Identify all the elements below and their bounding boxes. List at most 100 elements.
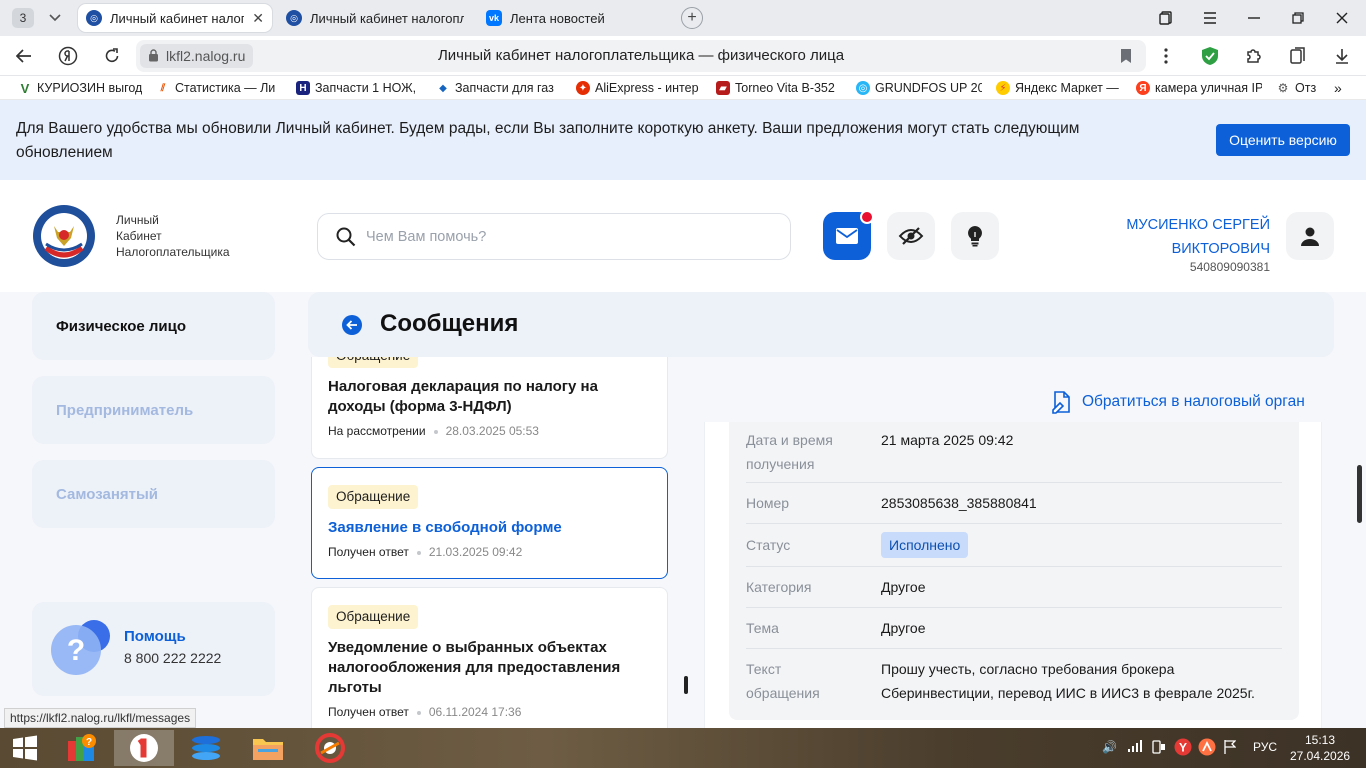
restore-icon[interactable]	[1276, 0, 1320, 36]
bookmarks-bar: V КУРИОЗИН выгод ⫽ Статистика — Ли H Запчас…	[0, 76, 1366, 100]
close-window-icon[interactable]	[1320, 0, 1364, 36]
new-tab-plus-icon[interactable]: +	[681, 7, 703, 29]
yandex-logo-icon[interactable]	[56, 44, 80, 68]
lk-title: Личный Кабинет Налогоплательщика	[116, 213, 230, 259]
tips-button[interactable]	[951, 212, 999, 260]
sidebar-item-individual[interactable]: Физическое лицо	[32, 292, 275, 360]
envelope-icon	[836, 228, 858, 244]
eye-off-icon	[898, 227, 924, 245]
user-name[interactable]: МУСИЕНКО СЕРГЕЙ ВИКТОРОВИЧ	[1100, 213, 1270, 261]
fns-favicon-icon: ◎	[86, 10, 102, 26]
message-meta: Получен ответ 21.03.2025 09:42	[328, 545, 523, 559]
user-icon	[1301, 227, 1319, 246]
help-card[interactable]: ? Помощь 8 800 222 2222	[32, 602, 275, 696]
windows-taskbar: ? 🔊 Y РУС 15:13 27.04.2026	[0, 728, 1366, 768]
bookmark-item[interactable]: ▰ Torneo Vita B-352	[716, 80, 842, 96]
message-title: Уведомление о выбранных объектах налогоо…	[328, 639, 621, 696]
bookmark-item[interactable]: ✦ AliExpress - интер	[576, 80, 702, 96]
tab-vk-news[interactable]: vk Лента новостей	[478, 4, 668, 32]
battery-phone-icon[interactable]	[1152, 740, 1166, 757]
yandex-favicon-icon: Я	[1136, 81, 1150, 95]
bookmark-item[interactable]: ◆ Запчасти для газ	[436, 80, 562, 96]
url-box[interactable]: lkfl2.nalog.ru Личный кабинет налогоплат…	[136, 40, 1146, 72]
back-arrow-icon[interactable]	[342, 315, 362, 335]
bookmark-item[interactable]: ⫽ Статистика — Ли	[156, 80, 280, 96]
reload-icon[interactable]	[100, 44, 124, 68]
help-question-icon: ?	[51, 620, 110, 675]
bookmark-icon[interactable]	[1120, 48, 1132, 64]
more-vertical-icon[interactable]	[1154, 44, 1178, 68]
grundfos-favicon-icon: ◎	[856, 81, 870, 95]
search-box[interactable]	[317, 213, 791, 260]
menu-hamburger-icon[interactable]	[1188, 0, 1232, 36]
bookmark-item[interactable]: V КУРИОЗИН выгод	[18, 80, 142, 96]
bookmark-item[interactable]: H Запчасти 1 НОЖ,	[296, 80, 422, 96]
taskbar-app-stack-icon[interactable]	[176, 730, 236, 766]
minimize-icon[interactable]	[1232, 0, 1276, 36]
aliexpress-favicon-icon: ✦	[576, 81, 590, 95]
help-phone[interactable]: 8 800 222 2222	[124, 650, 221, 666]
reading-list-icon[interactable]	[1286, 44, 1310, 68]
language-indicator[interactable]: РУС	[1253, 740, 1277, 754]
message-type-badge: Обращение	[328, 357, 419, 368]
alice-tray-icon[interactable]	[1198, 738, 1216, 759]
message-card[interactable]: Обращение Налоговая декларация по налогу…	[311, 357, 668, 459]
bookmark-item[interactable]: ⚙ Отз	[1276, 80, 1324, 96]
tab-collections-icon[interactable]	[1144, 0, 1188, 36]
profile-button[interactable]	[1286, 212, 1334, 260]
tab-lk-second[interactable]: ◎ Личный кабинет налогоплательщика	[278, 4, 472, 32]
rate-version-button[interactable]: Оценить версию	[1216, 124, 1350, 156]
yandex-tray-icon[interactable]: Y	[1174, 738, 1192, 759]
close-tab-icon[interactable]: ✕	[252, 10, 264, 27]
page-title: Сообщения	[380, 310, 519, 337]
messages-header: Сообщения	[308, 292, 1334, 357]
appeal-link[interactable]: Обратиться в налоговый орган	[1052, 390, 1305, 414]
fns-favicon-icon: ◎	[286, 10, 302, 26]
messages-button[interactable]	[823, 210, 874, 260]
bookmark-item[interactable]: ⚡ Яндекс Маркет —	[996, 80, 1122, 96]
clock[interactable]: 15:13 27.04.2026	[1290, 732, 1350, 764]
yandex-market-favicon-icon: ⚡	[996, 81, 1010, 95]
banner-text: Для Вашего удобства мы обновили Личный к…	[16, 120, 1080, 161]
back-arrow-icon[interactable]	[12, 44, 36, 68]
network-signal-icon[interactable]	[1128, 740, 1142, 755]
download-icon[interactable]	[1330, 44, 1354, 68]
help-title: Помощь	[124, 628, 186, 645]
taskbar-app-games-icon[interactable]: ?	[52, 730, 112, 766]
tab-count[interactable]: 3	[12, 8, 34, 28]
page-scrollbar[interactable]	[1357, 465, 1362, 523]
gas-parts-favicon-icon: ◆	[439, 82, 447, 94]
document-edit-icon	[1052, 391, 1070, 414]
link-status-url: https://lkfl2.nalog.ru/lkfl/messages	[4, 708, 197, 728]
taskbar-file-explorer-icon[interactable]	[238, 730, 298, 766]
start-windows-icon[interactable]	[0, 730, 50, 766]
bookmark-item[interactable]: Якамера уличная IP	[1136, 80, 1262, 96]
sidebar-item-self-employed[interactable]: Самозанятый	[32, 460, 275, 528]
tab-lk-active[interactable]: ◎ Личный кабинет налогоплательщика ✕	[78, 4, 272, 32]
message-card[interactable]: Обращение Уведомление о выбранных объект…	[311, 587, 668, 728]
list-scrollbar[interactable]	[684, 676, 688, 694]
protect-shield-icon[interactable]	[1198, 44, 1222, 68]
search-input[interactable]	[366, 224, 766, 250]
message-detail: Дата и время получения 21 марта 2025 09:4…	[729, 422, 1299, 720]
detail-row-status: Статус Исполнено	[746, 524, 1282, 567]
bookmark-item[interactable]: ◎ GRUNDFOS UP 20	[856, 80, 982, 96]
visually-impaired-button[interactable]	[887, 212, 935, 260]
flag-notification-icon[interactable]	[1224, 740, 1237, 757]
svg-text:Y: Y	[1179, 741, 1187, 755]
chevron-down-icon[interactable]	[42, 6, 68, 30]
user-inn: 540809090381	[1189, 260, 1270, 274]
taskbar-app-opera-icon[interactable]	[300, 730, 360, 766]
taskbar-yandex-browser-icon[interactable]	[114, 730, 174, 766]
extensions-puzzle-icon[interactable]	[1242, 44, 1266, 68]
notification-dot	[860, 210, 874, 224]
message-type-badge: Обращение	[328, 605, 419, 629]
sidebar-item-entrepreneur[interactable]: Предприниматель	[32, 376, 275, 444]
message-card-selected[interactable]: Обращение Заявление в свободной форме По…	[311, 467, 668, 579]
fns-emblem-logo[interactable]	[32, 204, 96, 268]
site-header: Личный Кабинет Налогоплательщика МУСИЕНК…	[0, 180, 1366, 292]
message-meta: Получен ответ 06.11.2024 17:36	[328, 705, 522, 719]
bookmarks-overflow-icon[interactable]: »	[1334, 80, 1354, 96]
volume-icon[interactable]: 🔊	[1102, 740, 1117, 754]
svg-text:?: ?	[67, 634, 85, 667]
